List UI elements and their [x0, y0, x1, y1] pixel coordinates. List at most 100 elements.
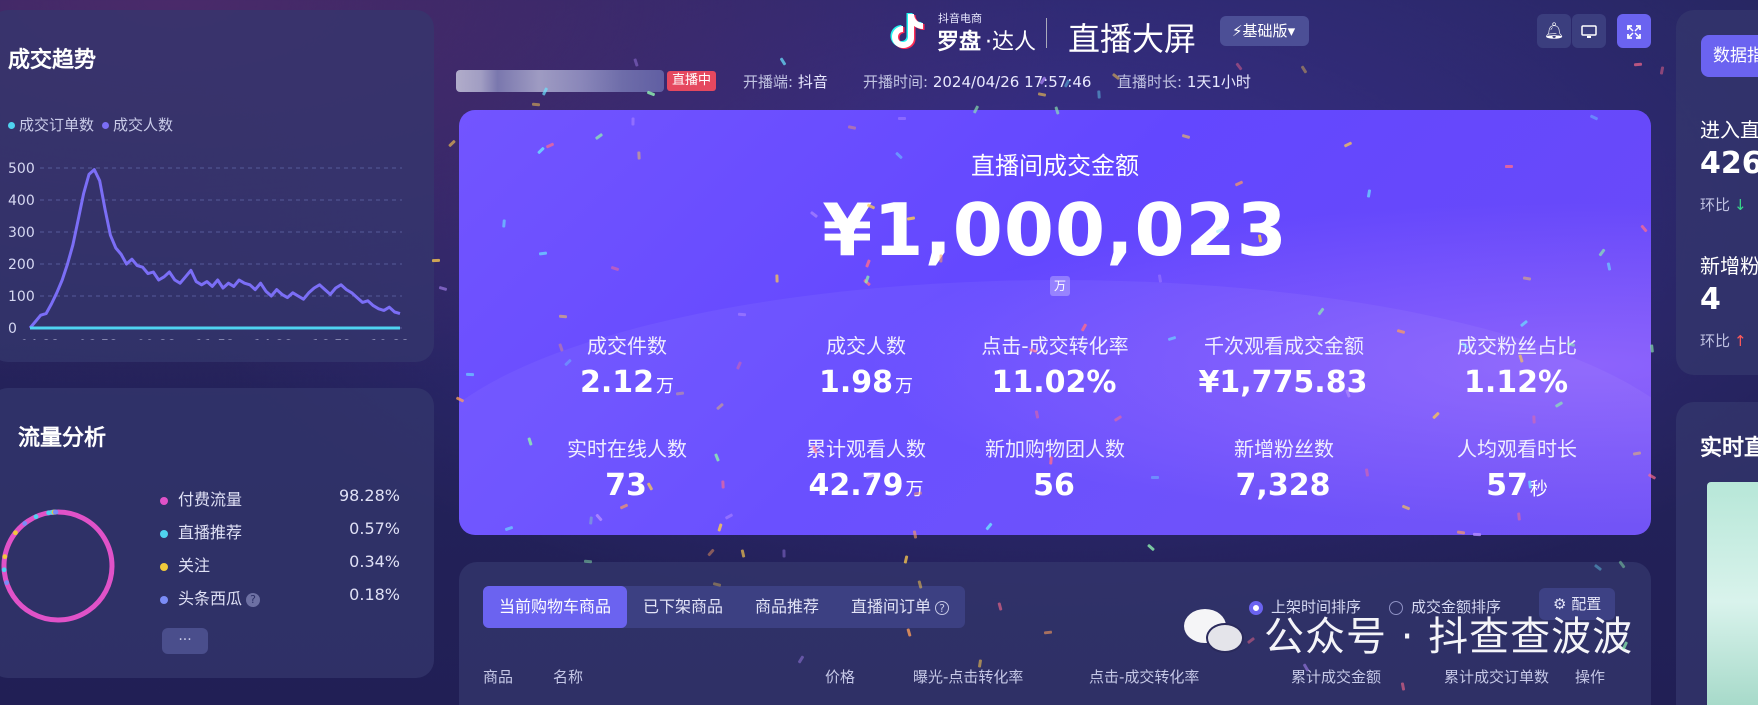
live-preview-panel: 实时直 [1676, 402, 1758, 705]
metric-value: 1.98 万 [756, 365, 976, 400]
metric-label: 新增粉丝数 [1234, 437, 1334, 461]
metric-unit: 秒 [1529, 479, 1548, 500]
data-metrics-button[interactable]: 数据指标 [1701, 35, 1758, 77]
metric-label: 实时在线人数 [567, 437, 687, 461]
start-time-info: 开播时间: 2024/04/26 17:57:46 [863, 71, 1091, 92]
metric-label: 成交粉丝占比 [1457, 334, 1577, 358]
traffic-pct: 0.18% [349, 585, 400, 604]
gmv-card: 直播间成交金额 ¥1,000,023 万 成交件数 2.12 万 成交人数 1.98 万… [459, 110, 1651, 535]
compare-label: 环比 [1700, 196, 1731, 214]
legend-item-buyers[interactable]: 成交人数 [102, 114, 173, 135]
wechat-account-watermark: 公众号 · 抖查查波波 [1184, 604, 1633, 662]
confetti-piece [1532, 415, 1536, 424]
confetti-piece [775, 274, 779, 283]
traffic-row: 付费流量 98.28% [160, 486, 400, 510]
confetti-piece [1235, 62, 1243, 71]
platform-label: 开播端: [743, 73, 794, 91]
trend-title: 成交趋势 [8, 48, 97, 73]
new-fans-value: 4 [1700, 282, 1721, 317]
confetti-piece [1300, 65, 1308, 75]
confetti-piece [740, 549, 746, 558]
gmv-unit-toggle[interactable]: 万 [1050, 276, 1070, 296]
tab-recommend[interactable]: 商品推荐 [739, 586, 835, 628]
metric-label: 人均观看时长 [1457, 437, 1577, 461]
confetti-piece [1457, 530, 1466, 535]
donut-dot [4, 580, 10, 586]
traffic-pct: 98.28% [338, 486, 400, 505]
logo-sub-text: ·达人 [985, 30, 1036, 55]
confetti-piece [1048, 455, 1053, 465]
metric-unit: 万 [656, 376, 675, 397]
more-button[interactable]: ··· [162, 628, 208, 654]
confetti-piece [631, 117, 635, 126]
x-tick-label: 04:22 [20, 338, 60, 340]
x-tick-label: 16:52 [311, 338, 351, 340]
legend-dot [102, 122, 110, 129]
y-tick-label: 0 [8, 321, 17, 337]
traffic-title: 流量分析 [18, 426, 107, 451]
duration-value: 1天1小时 [1186, 73, 1251, 91]
new-fans-compare: 环比 ↑ [1700, 330, 1747, 351]
confetti-piece [1505, 165, 1514, 169]
confetti-piece [1634, 62, 1643, 67]
column-header: 商品 [483, 668, 514, 686]
traffic-pct: 0.57% [349, 519, 400, 538]
metric-number: 56 [1033, 468, 1075, 503]
confetti-piece [588, 516, 593, 525]
donut-dot [13, 530, 18, 536]
metric-card: 点击-成交转化率 11.02% [945, 330, 1165, 400]
edition-dropdown[interactable]: ⚡基础版▾ [1220, 16, 1310, 46]
live-video-preview[interactable] [1707, 482, 1758, 705]
y-tick-label: 400 [8, 193, 35, 209]
fullscreen-button[interactable] [1617, 14, 1651, 48]
traffic-donut-chart [1, 509, 115, 623]
metric-number: 73 [605, 468, 647, 503]
y-tick-label: 200 [8, 257, 35, 273]
header-divider [1046, 18, 1047, 48]
confetti-piece [1146, 543, 1155, 551]
traffic-label: 直播推荐 [178, 523, 243, 542]
legend-item-orders[interactable]: 成交订单数 [8, 114, 94, 135]
help-icon[interactable]: ? [935, 600, 950, 615]
right-stats-panel: 数据指标 进入直 426 环比↓ 新增粉 4 环比↑ [1676, 10, 1758, 375]
traffic-label: 关注 [178, 556, 211, 575]
traffic-pct: 0.34% [349, 552, 400, 571]
platform-info: 开播端: 抖音 [743, 71, 828, 92]
metric-card: 千次观看成交金额 ¥1,775.83 [1174, 330, 1394, 400]
live-preview-title: 实时直 [1700, 436, 1758, 461]
confetti-piece [782, 549, 786, 558]
column-header[interactable]: 点击-成交转化率 [1089, 666, 1199, 687]
traffic-dot [160, 529, 168, 538]
gmv-value: ¥1,000,023 [822, 188, 1288, 272]
donut-dot [1, 567, 7, 573]
metric-value: 56 [945, 468, 1165, 503]
metric-card: 新增粉丝数 7,328 [1174, 433, 1394, 503]
x-tick-label: 11:52 [195, 338, 235, 340]
help-icon[interactable]: ? [246, 592, 261, 607]
column-header[interactable]: 曝光-点击转化率 [913, 666, 1023, 687]
streamer-name-blurred [456, 70, 664, 92]
metric-number: 11.02% [991, 365, 1117, 400]
x-tick-label: 19:22 [370, 338, 410, 340]
metric-value: 42.79 万 [756, 468, 976, 503]
column-header[interactable]: 价格 [825, 666, 855, 687]
bell-button[interactable]: 🔔︎ [1537, 14, 1571, 48]
tab-current-cart[interactable]: 当前购物车商品 [483, 586, 628, 628]
product-tabs: 当前购物车商品 已下架商品 商品推荐 直播间订单? [483, 586, 966, 628]
metric-number: 2.12 [579, 365, 655, 400]
metric-label: 成交件数 [587, 334, 667, 358]
page-title: 直播大屏 [1068, 20, 1197, 58]
tab-orders[interactable]: 直播间订单? [835, 586, 965, 628]
logo-main-text: 罗盘 [937, 30, 982, 55]
metric-value: 57 秒 [1407, 468, 1627, 503]
edition-label: 基础版 [1242, 22, 1288, 40]
enter-room-compare: 环比 ↓ [1700, 194, 1747, 215]
metric-card: 成交粉丝占比 1.12% [1407, 330, 1627, 400]
column-header[interactable]: 累计成交订单数 [1444, 666, 1549, 687]
donut-dot [2, 554, 8, 560]
confetti-piece [438, 285, 447, 291]
new-fans-label: 新增粉 [1700, 254, 1758, 278]
tab-removed[interactable]: 已下架商品 [627, 586, 739, 628]
monitor-button[interactable] [1572, 14, 1606, 48]
metric-card: 实时在线人数 73 [517, 433, 737, 503]
